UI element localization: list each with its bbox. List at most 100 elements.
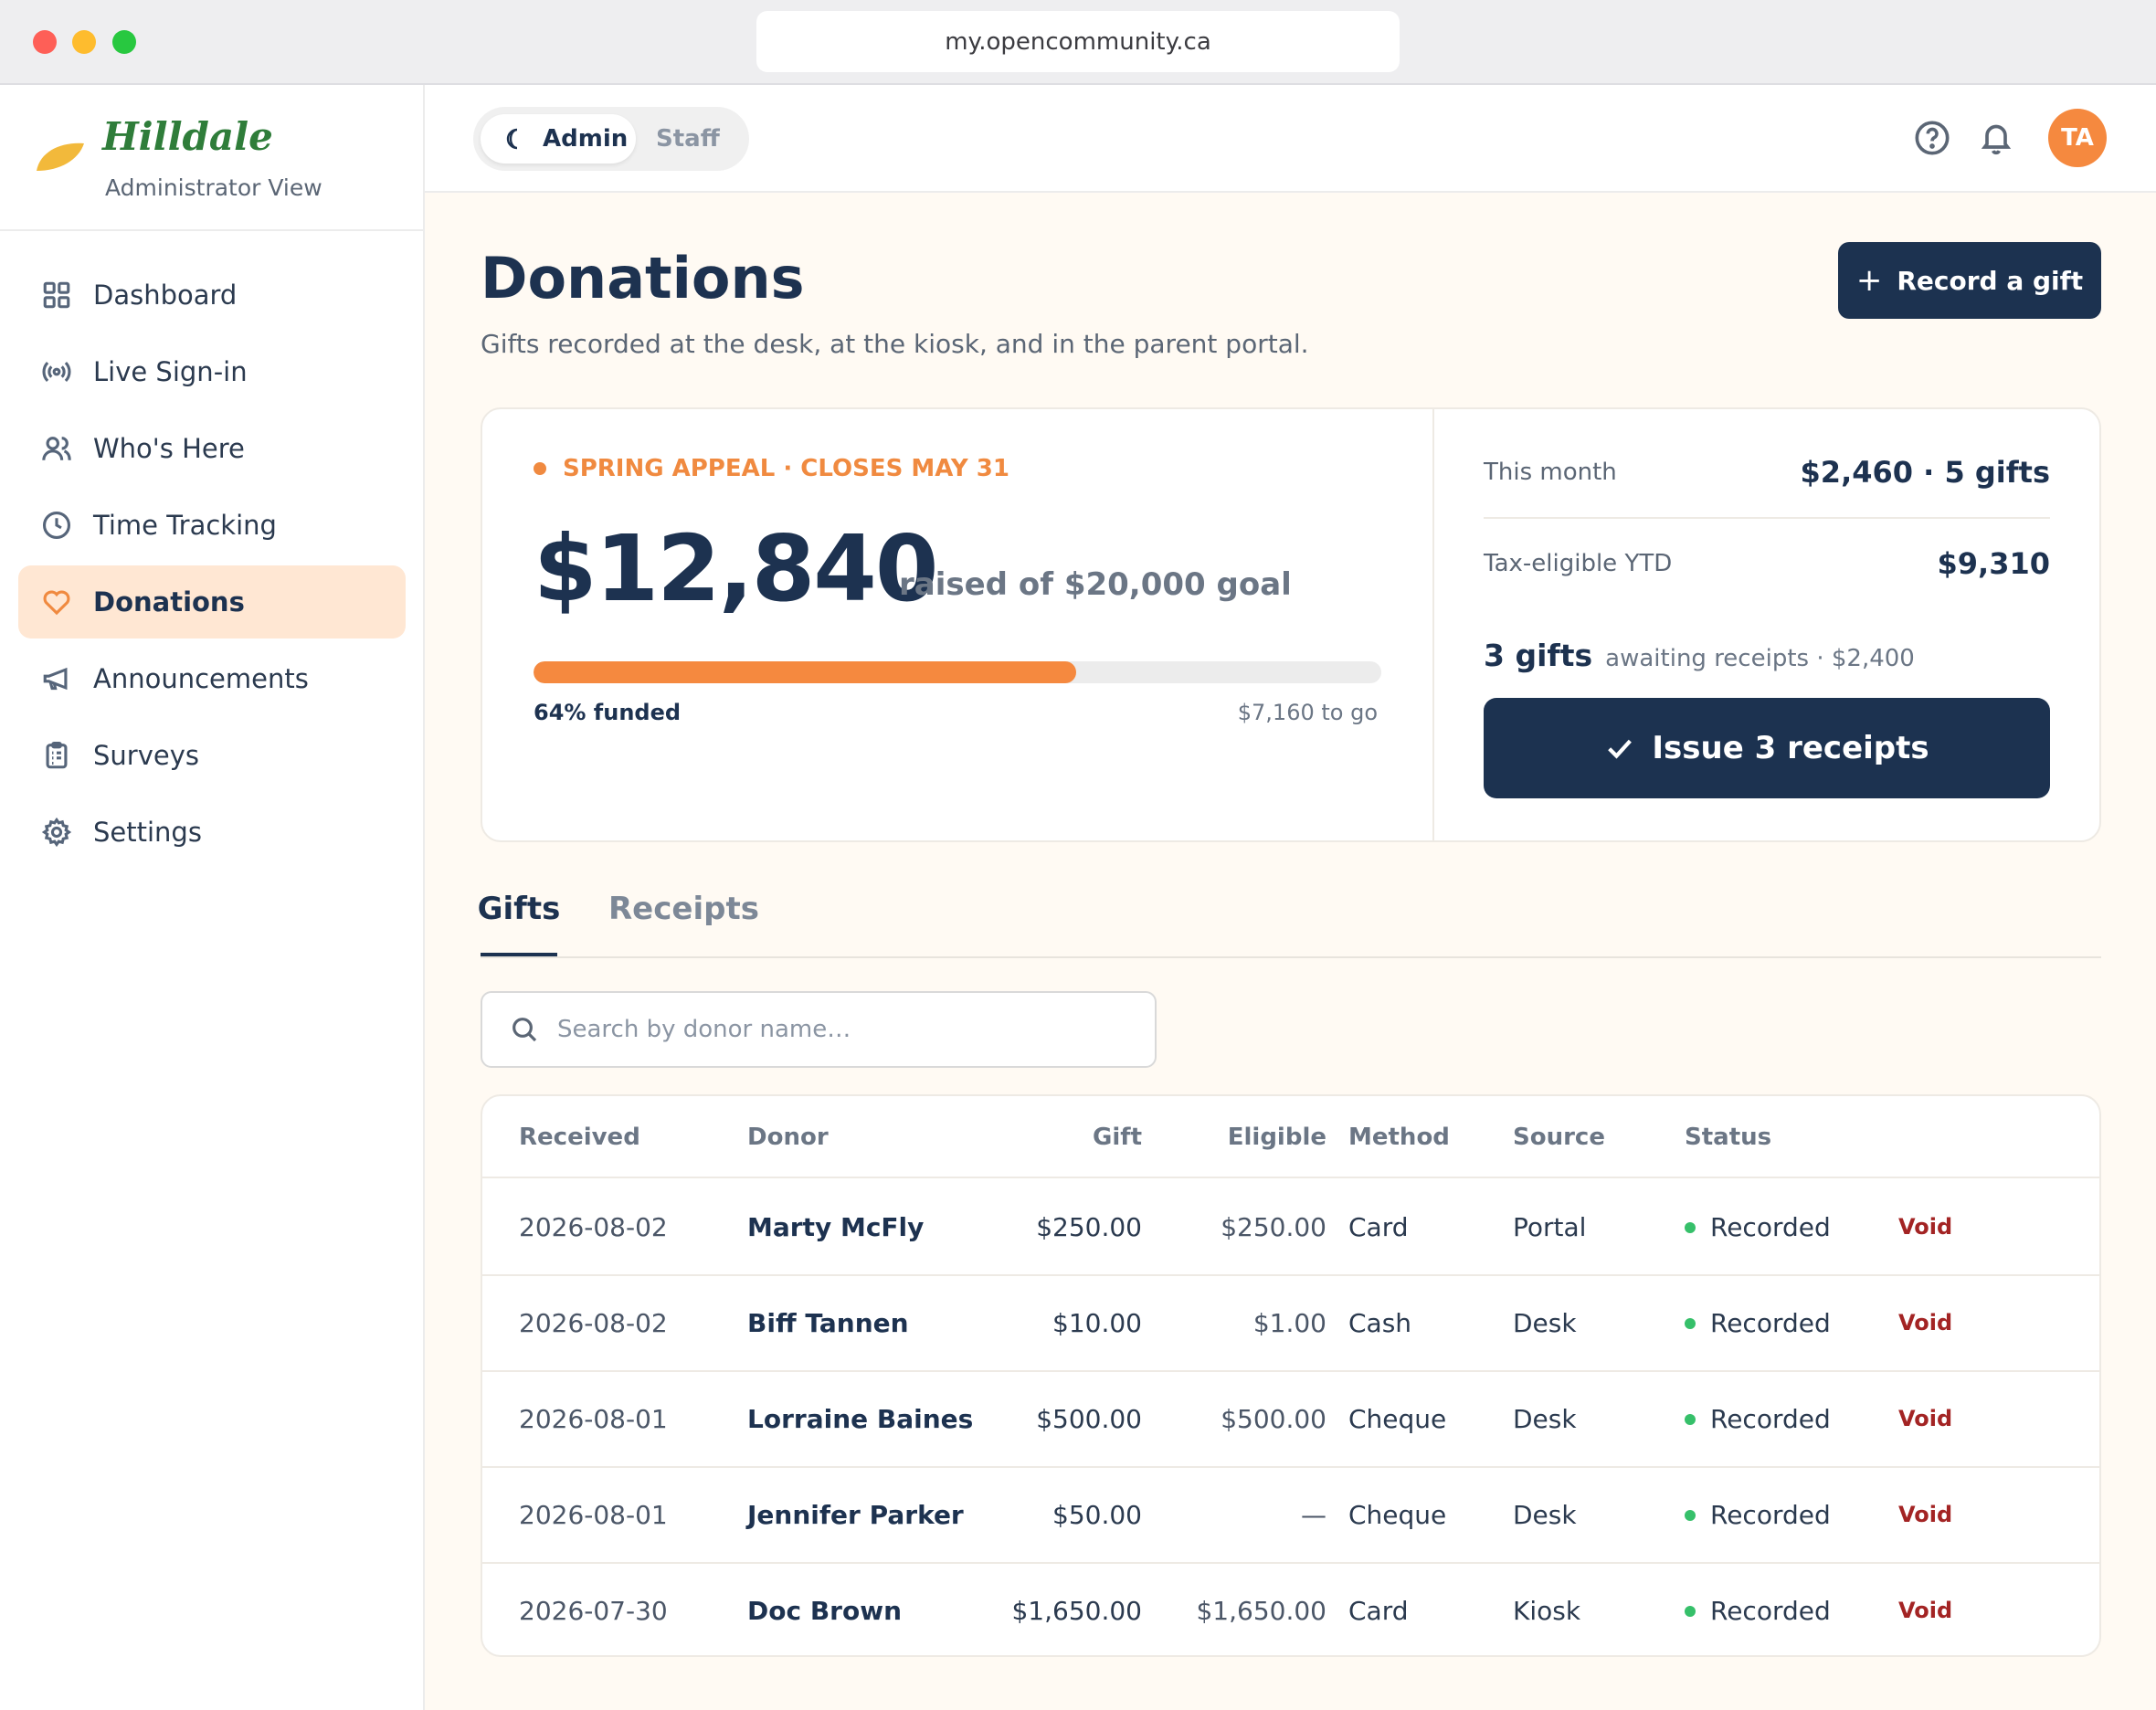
campaign-label: SPRING APPEAL · CLOSES MAY 31: [534, 455, 1009, 482]
top-bar: Admin Staff TA: [425, 85, 2156, 193]
awaiting-receipts: 3 gifts awaiting receipts · $2,400: [1484, 638, 1915, 673]
void-button[interactable]: Void: [1898, 1372, 1952, 1466]
brand: Hilldale Administrator View: [0, 85, 423, 231]
mode-staff-label: Staff: [656, 125, 720, 153]
column-header-eligible[interactable]: Eligible: [1228, 1096, 1326, 1178]
cell-gift: $250.00: [1036, 1212, 1142, 1242]
cell-donor: Jennifer Parker: [747, 1500, 964, 1530]
sidebar-item-live-sign-in[interactable]: Live Sign-in: [18, 335, 406, 408]
sidebar-item-label: Time Tracking: [93, 510, 277, 541]
status-dot-icon: [1685, 1509, 1696, 1521]
stat-tax-eligible: Tax-eligible YTD $9,310: [1484, 546, 2050, 581]
sidebar-item-donations[interactable]: Donations: [18, 565, 406, 639]
cell-source: Desk: [1513, 1404, 1577, 1434]
sidebar-item-dashboard[interactable]: Dashboard: [18, 259, 406, 332]
status-text: Recorded: [1710, 1404, 1831, 1434]
table-header: Received Donor Gift Eligible Method Sour…: [482, 1096, 2099, 1178]
status-text: Recorded: [1710, 1500, 1831, 1530]
cell-gift: $50.00: [1052, 1500, 1142, 1530]
cell-donor: Biff Tannen: [747, 1308, 909, 1338]
cell-eligible: $1,650.00: [1196, 1596, 1326, 1626]
check-icon: [1608, 739, 1633, 759]
brand-name: Hilldale: [102, 114, 273, 159]
progress-bar: [534, 661, 1381, 683]
awaiting-count: 3 gifts: [1484, 638, 1593, 673]
status-text: Recorded: [1710, 1596, 1831, 1626]
grid-icon: [40, 279, 73, 311]
sidebar-item-surveys[interactable]: Surveys: [18, 719, 406, 792]
broadcast-icon: [40, 355, 73, 388]
cell-method: Card: [1348, 1212, 1409, 1242]
void-button[interactable]: Void: [1898, 1468, 1952, 1562]
issue-receipts-button[interactable]: Issue 3 receipts: [1484, 698, 2050, 798]
table-row[interactable]: 2026-08-02 Marty McFly $250.00 $250.00 Card P…: [482, 1180, 2099, 1276]
cell-status: Recorded: [1685, 1372, 1831, 1466]
issue-receipts-label: Issue 3 receipts: [1652, 730, 1929, 766]
user-avatar[interactable]: TA: [2048, 109, 2107, 167]
table-row[interactable]: 2026-07-30 Doc Brown $1,650.00 $1,650.00 Car…: [482, 1564, 2099, 1655]
column-header-status[interactable]: Status: [1685, 1096, 1771, 1178]
window-close-button[interactable]: [33, 30, 57, 54]
void-button[interactable]: Void: [1898, 1180, 1952, 1274]
clipboard-icon: [40, 739, 73, 772]
cell-eligible: $250.00: [1221, 1212, 1326, 1242]
bell-icon: [1981, 124, 2012, 155]
cell-gift: $10.00: [1052, 1308, 1142, 1338]
sidebar-item-whos-here[interactable]: Who's Here: [18, 412, 406, 485]
column-header-method[interactable]: Method: [1348, 1096, 1450, 1178]
mode-switcher: Admin Staff: [473, 107, 749, 171]
window-minimize-button[interactable]: [72, 30, 96, 54]
notifications-button[interactable]: [1978, 120, 2014, 156]
record-gift-button[interactable]: + Record a gift: [1838, 242, 2101, 319]
cell-eligible: $500.00: [1221, 1404, 1326, 1434]
goal-text: raised of $20,000 goal: [899, 566, 1292, 603]
sidebar-item-label: Live Sign-in: [93, 356, 248, 387]
void-button[interactable]: Void: [1898, 1564, 1952, 1655]
tab-gifts[interactable]: Gifts: [478, 881, 560, 956]
campaign-label-text: SPRING APPEAL · CLOSES MAY 31: [563, 455, 1009, 482]
column-header-received[interactable]: Received: [519, 1096, 640, 1178]
cell-source: Portal: [1513, 1212, 1587, 1242]
table-row[interactable]: 2026-08-02 Biff Tannen $10.00 $1.00 Cash Desk…: [482, 1276, 2099, 1372]
browser-chrome: my.opencommunity.ca: [0, 0, 2156, 85]
tab-receipts[interactable]: Receipts: [608, 881, 759, 956]
sidebar-item-label: Who's Here: [93, 433, 245, 464]
cell-donor: Doc Brown: [747, 1596, 903, 1626]
clock-icon: [40, 509, 73, 542]
status-dot-icon: [1685, 1413, 1696, 1425]
sidebar-item-settings[interactable]: Settings: [18, 796, 406, 869]
stat-this-month: This month $2,460 · 5 gifts: [1484, 455, 2050, 490]
users-icon: [40, 432, 73, 465]
table-row[interactable]: 2026-08-01 Jennifer Parker $50.00 — Cheque De…: [482, 1468, 2099, 1564]
column-header-donor[interactable]: Donor: [747, 1096, 829, 1178]
table-row[interactable]: 2026-08-01 Lorraine Baines $500.00 $500.00 C…: [482, 1372, 2099, 1468]
sidebar-item-label: Settings: [93, 817, 202, 848]
help-button[interactable]: [1914, 120, 1950, 156]
plus-icon: +: [1855, 262, 1883, 299]
record-gift-label: Record a gift: [1897, 265, 2084, 296]
status-text: Recorded: [1710, 1308, 1831, 1338]
void-button[interactable]: Void: [1898, 1276, 1952, 1370]
window-zoom-button[interactable]: [112, 30, 136, 54]
megaphone-icon: [40, 662, 73, 695]
help-icon: [1915, 121, 1950, 155]
sidebar-item-time-tracking[interactable]: Time Tracking: [18, 489, 406, 562]
cell-received: 2026-07-30: [519, 1596, 668, 1626]
cell-status: Recorded: [1685, 1276, 1831, 1370]
search-input[interactable]: [557, 1016, 1142, 1043]
stat-label: Tax-eligible YTD: [1484, 550, 1673, 577]
address-bar[interactable]: my.opencommunity.ca: [756, 11, 1400, 72]
status-text: Recorded: [1710, 1212, 1831, 1242]
cell-donor: Marty McFly: [747, 1212, 925, 1242]
cell-status: Recorded: [1685, 1180, 1831, 1274]
campaign-card: SPRING APPEAL · CLOSES MAY 31 $12,840 ra…: [481, 407, 2101, 842]
card-divider: [1432, 409, 1434, 840]
sidebar-item-announcements[interactable]: Announcements: [18, 642, 406, 715]
column-header-gift[interactable]: Gift: [1093, 1096, 1142, 1178]
mode-admin-button[interactable]: Admin: [481, 114, 636, 164]
brand-subtitle: Administrator View: [105, 174, 322, 201]
column-header-source[interactable]: Source: [1513, 1096, 1605, 1178]
mode-staff-button[interactable]: Staff: [656, 114, 720, 164]
cell-method: Card: [1348, 1596, 1409, 1626]
raised-amount: $12,840: [534, 515, 938, 622]
